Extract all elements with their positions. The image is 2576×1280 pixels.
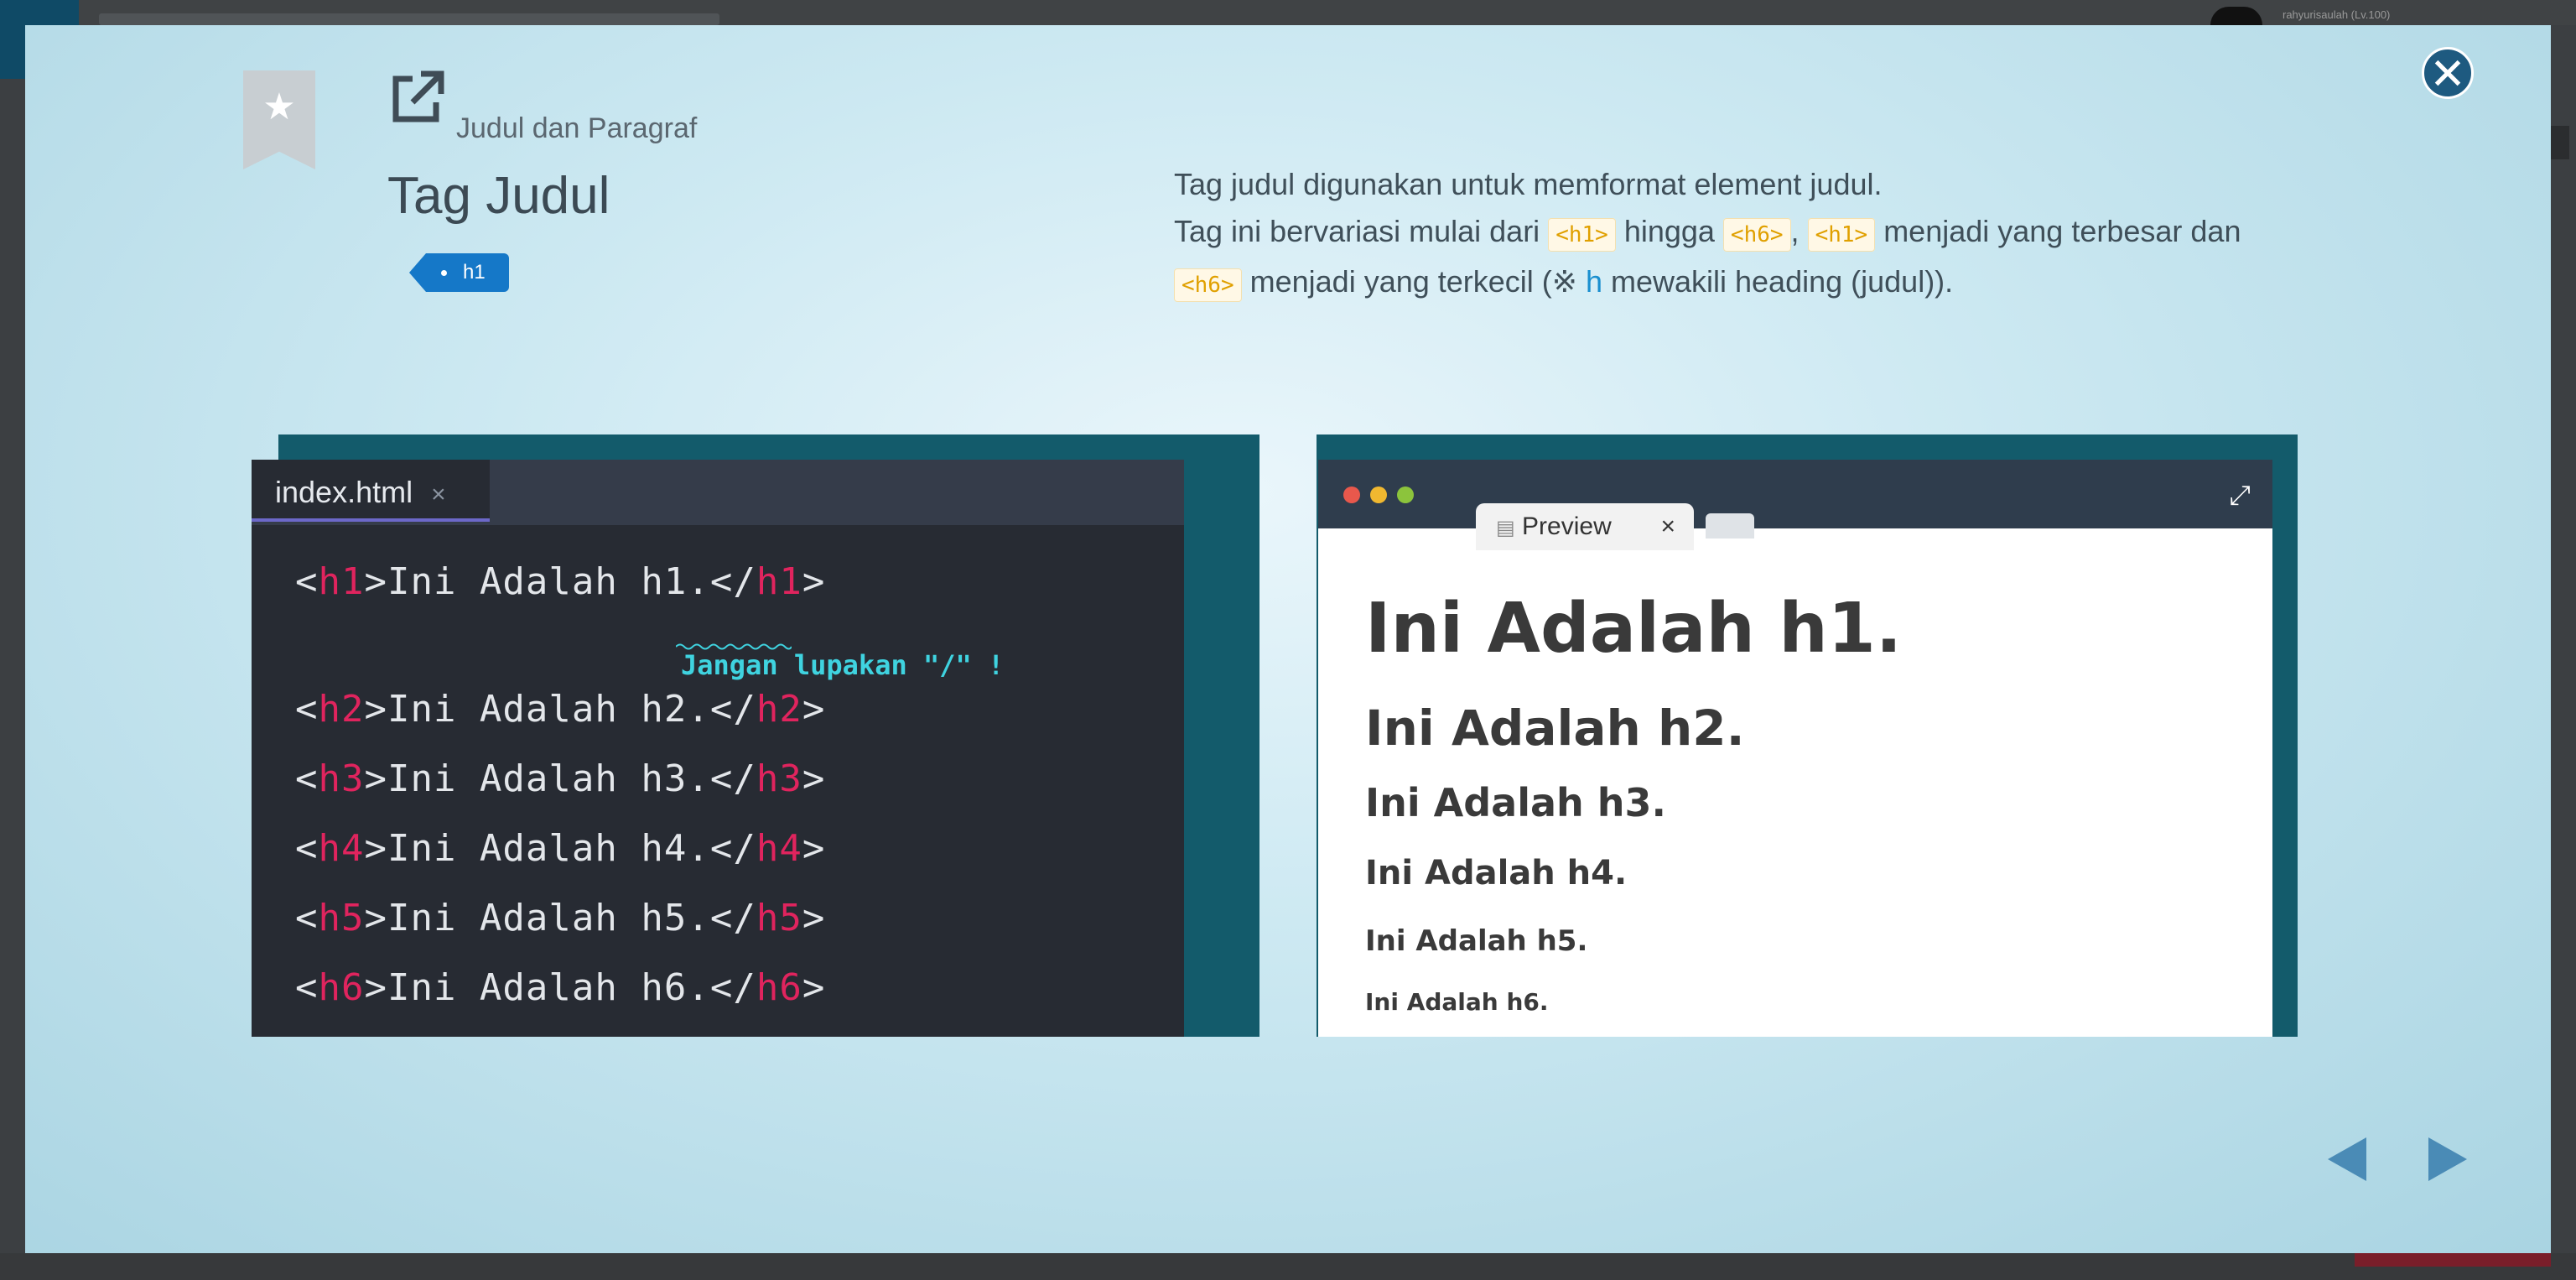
next-arrow-icon[interactable] xyxy=(2428,1137,2467,1181)
app-search-bar xyxy=(99,13,719,25)
code-line: <h3>Ini Adalah h3.</h3> xyxy=(295,757,826,800)
avatar xyxy=(2210,7,2262,25)
code-editor: index.html × <h1>Ini Adalah h1.</h1> Jang… xyxy=(252,460,1184,1037)
external-link-icon[interactable] xyxy=(387,67,448,127)
page-title: Tag Judul xyxy=(387,167,610,225)
previous-arrow-icon[interactable] xyxy=(2328,1137,2366,1181)
preview-tab: ▤ Preview × xyxy=(1476,503,1694,550)
new-tab-button xyxy=(1706,513,1754,539)
window-minimize-dot xyxy=(1370,487,1387,503)
lesson-category[interactable]: Judul dan Paragraf xyxy=(456,112,697,145)
code-line: <h2>Ini Adalah h2.</h2> xyxy=(295,688,826,731)
code-line: <h6>Ini Adalah h6.</h6> xyxy=(295,966,826,1009)
code-line: <h5>Ini Adalah h5.</h5> xyxy=(295,897,826,939)
code-snippet: <h1> xyxy=(1548,218,1616,252)
preview-h1: Ini Adalah h1. xyxy=(1365,589,1902,669)
lesson-description: Tag judul digunakan untuk memformat elem… xyxy=(1174,161,2256,309)
close-icon: × xyxy=(1660,513,1675,540)
preview-h2: Ini Adalah h2. xyxy=(1365,700,1745,757)
window-maximize-dot xyxy=(1397,487,1414,503)
preview-h3: Ini Adalah h3. xyxy=(1365,780,1667,825)
browser-preview: ▤ Preview × ⤢ Ini Adalah h1. Ini Adalah … xyxy=(1318,460,2272,1037)
tag-badge[interactable]: h1 xyxy=(409,253,509,292)
file-tab: index.html × xyxy=(252,460,490,522)
preview-h6: Ini Adalah h6. xyxy=(1365,988,1549,1016)
warning-note: Jangan lupakan "/" ! xyxy=(681,649,1005,681)
star-icon: ★ xyxy=(262,86,296,128)
app-bottom-bar xyxy=(0,1253,2576,1280)
code-line: <h1>Ini Adalah h1.</h1> xyxy=(295,560,826,603)
close-icon[interactable]: ✕ xyxy=(2422,47,2474,100)
browser-toolbar xyxy=(1318,460,2272,528)
code-snippet: <h6> xyxy=(1722,218,1791,252)
code-snippet: <h6> xyxy=(1174,268,1242,302)
user-name: rahyurisaulah (Lv.100) xyxy=(2283,8,2391,21)
scrollbar xyxy=(2551,126,2569,159)
close-icon: × xyxy=(431,481,446,508)
code-line: <h4>Ini Adalah h4.</h4> xyxy=(295,827,826,870)
window-close-dot xyxy=(1343,487,1360,503)
preview-h5: Ini Adalah h5. xyxy=(1365,924,1588,958)
code-snippet: <h1> xyxy=(1807,218,1876,252)
document-icon: ▤ xyxy=(1496,517,1515,539)
expand-icon[interactable]: ⤢ xyxy=(2229,480,2251,512)
preview-h4: Ini Adalah h4. xyxy=(1365,854,1628,892)
